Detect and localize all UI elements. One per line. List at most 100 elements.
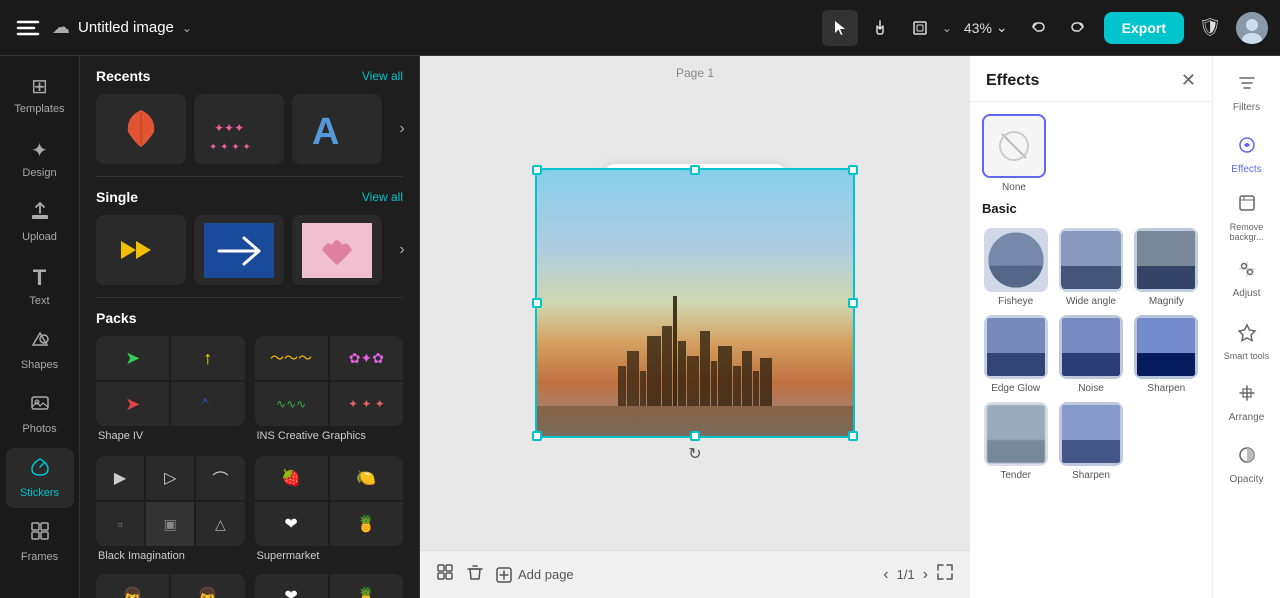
adjust-icon: [1237, 259, 1257, 284]
mini-sidebar-effects[interactable]: Effects: [1219, 126, 1275, 184]
canvas-content: ↻: [420, 56, 970, 550]
grid-button[interactable]: [436, 563, 454, 586]
delete-page-button[interactable]: [466, 563, 484, 586]
sidebar-item-photos[interactable]: Photos: [6, 384, 74, 444]
effect-thumb-sharpen: [1134, 315, 1198, 379]
effects-panel: Effects ✕ None Basic: [970, 56, 1212, 598]
left-sidebar: ⊞ Templates ✦ Design Upload T Text Shape…: [0, 56, 80, 598]
cloud-icon: ☁: [52, 17, 70, 38]
mini-sidebar-remove-bg[interactable]: Remove backgr...: [1219, 188, 1275, 246]
redo-button[interactable]: [1060, 10, 1096, 46]
handle-top-right[interactable]: [848, 165, 858, 175]
pack-item-shape-iv[interactable]: ➤ ↑ ➤ Shape IV: [96, 336, 245, 446]
effect-thumb-noise: [1059, 315, 1123, 379]
singles-scroll-right[interactable]: ›: [390, 215, 414, 285]
sidebar-item-upload[interactable]: Upload: [6, 192, 74, 252]
add-page-button[interactable]: Add page: [496, 567, 574, 583]
recent-item-3[interactable]: A: [292, 94, 382, 164]
effect-magnify[interactable]: Magnify: [1133, 228, 1200, 307]
recent-item-2[interactable]: ✦✦✦✦ ✦ ✦ ✦: [194, 94, 284, 164]
user-avatar[interactable]: [1236, 12, 1268, 44]
singles-view-all[interactable]: View all: [362, 190, 403, 204]
frame-tool-button[interactable]: [902, 10, 938, 46]
mini-sidebar-opacity[interactable]: Opacity: [1219, 436, 1275, 494]
select-tool-button[interactable]: [822, 10, 858, 46]
photos-icon: [30, 393, 50, 419]
mini-sidebar-filters[interactable]: Filters: [1219, 64, 1275, 122]
title-dropdown-icon[interactable]: ⌄: [182, 21, 192, 35]
mini-sidebar-arrange[interactable]: Arrange: [1219, 374, 1275, 432]
effect-label-magnify: Magnify: [1149, 296, 1184, 307]
handle-middle-right[interactable]: [848, 298, 858, 308]
recent-item-1[interactable]: [96, 94, 186, 164]
pack-item-misc1[interactable]: 👦 👦 👧 👶: [96, 574, 245, 598]
pan-tool-button[interactable]: [862, 10, 898, 46]
handle-bottom-right[interactable]: [848, 431, 858, 441]
sidebar-item-shapes[interactable]: Shapes: [6, 320, 74, 380]
effect-thumb-wide-angle: [1059, 228, 1123, 292]
canvas-element[interactable]: ↻: [535, 168, 855, 438]
effect-fisheye[interactable]: Fisheye: [982, 228, 1049, 307]
export-button[interactable]: Export: [1104, 12, 1184, 44]
frame-dropdown-icon[interactable]: ⌄: [942, 21, 952, 35]
recents-scroll-right[interactable]: ›: [390, 94, 414, 164]
pack-item-black-imagination[interactable]: ▶ ▷ ⌒ ▫ ▣ △ Black Imagination: [96, 456, 245, 566]
sidebar-item-design[interactable]: ✦ Design: [6, 128, 74, 188]
pack-item-supermarket[interactable]: 🍓 🍋 ❤ 🍍 Supermarket: [255, 456, 404, 566]
sidebar-item-frames[interactable]: Frames: [6, 512, 74, 572]
zoom-dropdown-icon: ⌄: [996, 19, 1008, 36]
prev-page-button[interactable]: ‹: [883, 566, 888, 584]
document-title: Untitled image: [78, 19, 174, 36]
mini-sidebar-smart-tools[interactable]: Smart tools: [1219, 312, 1275, 370]
mini-sidebar-label-effects: Effects: [1231, 164, 1261, 175]
next-page-button[interactable]: ›: [923, 566, 928, 584]
sidebar-label-frames: Frames: [21, 551, 58, 563]
effect-thumb-magnify: [1134, 228, 1198, 292]
single-item-2[interactable]: [194, 215, 284, 285]
sidebar-item-text[interactable]: T Text: [6, 256, 74, 316]
effect-label-sharpen: Sharpen: [1147, 383, 1185, 394]
zoom-control[interactable]: 43% ⌄: [956, 15, 1016, 40]
design-icon: ✦: [31, 138, 48, 163]
single-item-1[interactable]: [96, 215, 186, 285]
text-icon: T: [33, 265, 46, 291]
opacity-icon: [1237, 445, 1257, 470]
effect-tender[interactable]: Tender: [982, 402, 1049, 481]
undo-button[interactable]: [1020, 10, 1056, 46]
mini-sidebar-label-adjust: Adjust: [1233, 288, 1261, 299]
sidebar-item-templates[interactable]: ⊞ Templates: [6, 64, 74, 124]
handle-middle-left[interactable]: [532, 298, 542, 308]
pack-item-misc2[interactable]: ❤ 🍍 🌿 🌕: [255, 574, 404, 598]
effect-noise[interactable]: Noise: [1057, 315, 1124, 394]
sidebar-label-design: Design: [22, 167, 56, 179]
handle-bottom-left[interactable]: [532, 431, 542, 441]
mini-sidebar-adjust[interactable]: Adjust: [1219, 250, 1275, 308]
rotate-handle[interactable]: ↻: [688, 444, 701, 464]
app-logo[interactable]: [12, 12, 44, 44]
effect-wide-angle[interactable]: Wide angle: [1057, 228, 1124, 307]
mini-sidebar-label-opacity: Opacity: [1230, 474, 1264, 485]
effects-header: Effects ✕: [970, 56, 1212, 102]
effect-sharpen2[interactable]: Sharpen: [1057, 402, 1124, 481]
recents-view-all[interactable]: View all: [362, 69, 403, 83]
svg-text:✦ ✦ ✦ ✦: ✦ ✦ ✦ ✦: [209, 142, 251, 153]
basic-section-label: Basic: [970, 197, 1212, 216]
arrange-icon: [1237, 383, 1257, 408]
topbar: ☁ Untitled image ⌄ ⌄ 43% ⌄ Export 🛡: [0, 0, 1280, 56]
effect-thumb-tender: [984, 402, 1048, 466]
handle-bottom-middle[interactable]: [690, 431, 700, 441]
svg-text:A: A: [312, 111, 339, 153]
effect-sharpen[interactable]: Sharpen: [1133, 315, 1200, 394]
effects-close-button[interactable]: ✕: [1181, 70, 1196, 91]
mini-sidebar-label-filters: Filters: [1233, 102, 1260, 113]
expand-button[interactable]: [936, 563, 954, 586]
singles-section: Single View all ›: [80, 177, 419, 297]
handle-top-left[interactable]: [532, 165, 542, 175]
effect-none[interactable]: None: [982, 114, 1046, 193]
pack-item-ins[interactable]: 〜〜〜 ✿✦✿ ∿∿∿ ✦ ✦ ✦ INS Creative Graphics: [255, 336, 404, 446]
shield-button[interactable]: 🛡: [1192, 10, 1228, 46]
handle-top-middle[interactable]: [690, 165, 700, 175]
effect-edge-glow[interactable]: Edge Glow: [982, 315, 1049, 394]
sidebar-item-stickers[interactable]: Stickers: [6, 448, 74, 508]
single-item-3[interactable]: [292, 215, 382, 285]
